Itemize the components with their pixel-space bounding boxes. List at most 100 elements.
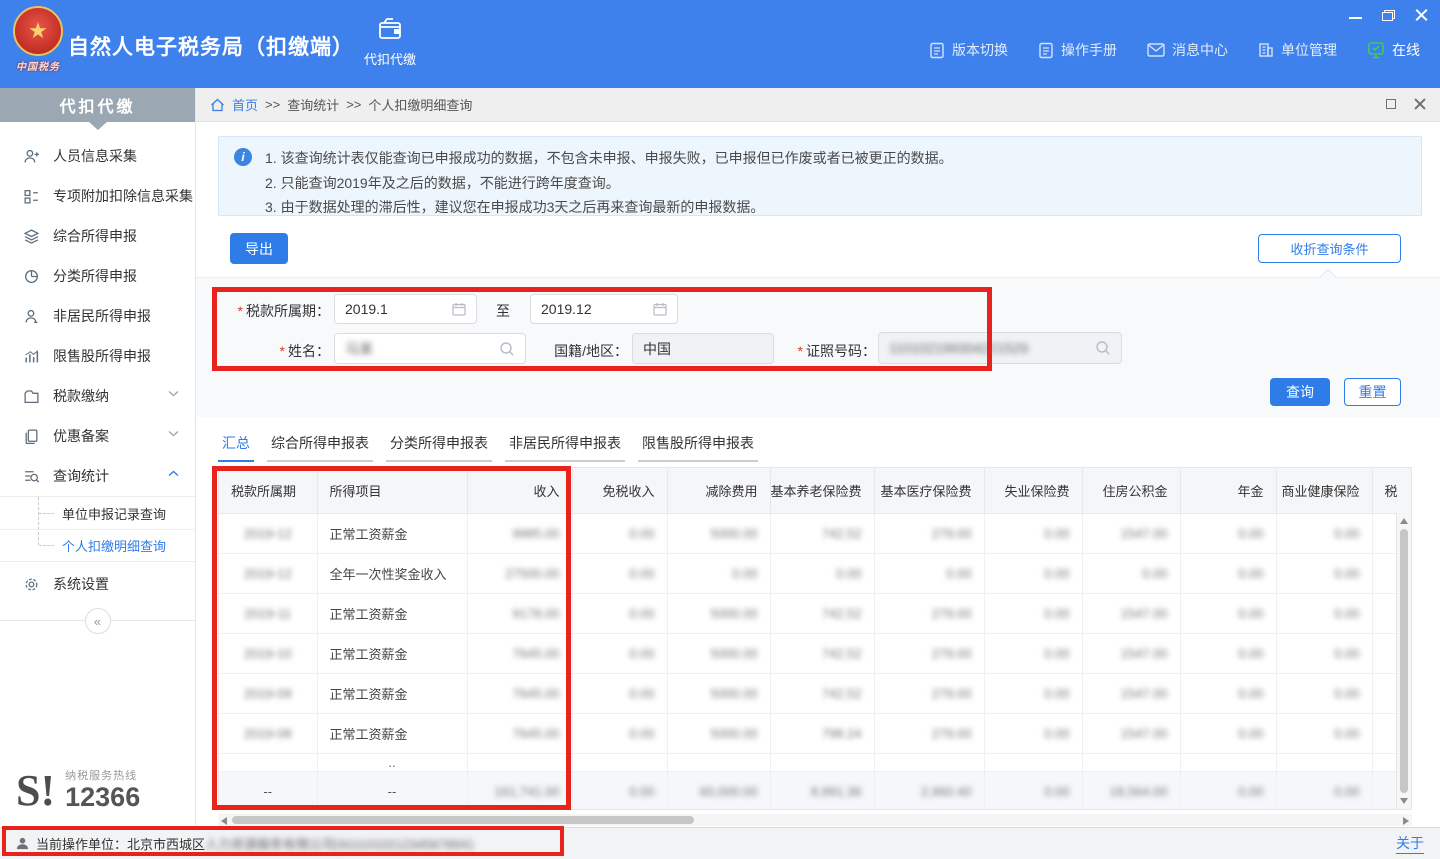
cell-redacted: 279.00 [932, 606, 972, 621]
cell-redacted: 0.00 [1334, 526, 1359, 541]
scroll-up-arrow-icon[interactable] [1400, 518, 1408, 524]
table-row: 2019-11 正常工资薪金 9178.00 0.00 5000.00 742.… [219, 593, 1412, 633]
menu-operation-manual[interactable]: 操作手册 [1038, 40, 1117, 60]
sidebar-subitem-unit-declaration-query[interactable]: 单位申报记录查询 [0, 497, 195, 529]
vertical-scrollbar[interactable] [1396, 513, 1411, 809]
scroll-down-arrow-icon[interactable] [1400, 798, 1408, 804]
app-window: ★ 中国税务 自然人电子税务局（扣缴端） 代扣代缴 [0, 0, 1440, 859]
period-to-value: 2019.12 [541, 301, 653, 317]
tab-nonresident-income[interactable]: 非居民所得申报表 [505, 431, 625, 462]
cell-redacted: 0.00 [1238, 526, 1263, 541]
sidebar-item-comprehensive-income[interactable]: 综合所得申报 [0, 216, 195, 256]
nationality-value: 中国 [643, 339, 763, 359]
tab-comprehensive-income[interactable]: 综合所得申报表 [267, 431, 373, 462]
sidebar-item-label: 分类所得申报 [53, 266, 137, 286]
sidebar-item-label: 税款缴纳 [53, 386, 109, 406]
cell-income-item: 正常工资薪金 [317, 593, 467, 633]
about-link[interactable]: 关于 [1396, 833, 1424, 854]
cell-period-redacted: 2019-09 [244, 686, 292, 701]
nav-tab-withholding[interactable]: 代扣代缴 [352, 15, 428, 77]
menu-message-center[interactable]: 消息中心 [1147, 40, 1228, 60]
sidebar-item-preferential-filing[interactable]: 优惠备案 [0, 416, 195, 456]
tax-hotline-logo: S! 纳税服务热线 12366 [16, 767, 140, 811]
col-header: 住房公积金 [1082, 468, 1180, 513]
breadcrumb-home-link[interactable]: 首页 [232, 95, 258, 114]
online-status[interactable]: 在线 [1367, 40, 1420, 60]
export-button[interactable]: 导出 [230, 233, 288, 264]
sidebar-item-tax-payment[interactable]: 税款缴纳 [0, 376, 195, 416]
scroll-left-arrow-icon[interactable] [221, 817, 227, 825]
reset-button[interactable]: 重置 [1344, 378, 1401, 406]
sidebar-subitem-personal-withholding-detail-query[interactable]: 个人扣缴明细查询 [0, 529, 195, 561]
sidebar-collapse-button[interactable]: « [85, 608, 111, 634]
sidebar-item-special-deduction[interactable]: 专项附加扣除信息采集 [0, 176, 195, 216]
mail-icon [1147, 43, 1165, 57]
window-close-icon[interactable] [1415, 9, 1428, 22]
nationality-input[interactable]: 中国 [632, 333, 774, 364]
tab-restricted-shares[interactable]: 限售股所得申报表 [638, 431, 758, 462]
panel-close-icon[interactable] [1414, 98, 1426, 110]
calendar-icon[interactable] [653, 302, 667, 316]
sidebar-item-query-statistics[interactable]: 查询统计 [0, 456, 195, 496]
scroll-right-arrow-icon[interactable] [1403, 817, 1409, 825]
wallet-icon [375, 15, 405, 45]
search-icon[interactable] [499, 341, 515, 357]
period-from-input[interactable]: 2019.1 [334, 294, 477, 324]
horizontal-scrollbar[interactable] [218, 814, 1412, 826]
sidebar-item-system-settings[interactable]: 系统设置 [0, 562, 195, 606]
cell-redacted: 0.00 [1238, 726, 1263, 741]
bar-chart-icon [22, 347, 40, 365]
name-input[interactable]: 马某 [334, 333, 526, 364]
sidebar-item-classified-income[interactable]: 分类所得申报 [0, 256, 195, 296]
cell-redacted: 0.00 [1044, 726, 1069, 741]
sidebar: 代扣代缴 人员信息采集 专项附加扣除信息采集 综合所得申报 [0, 88, 196, 827]
sidebar-item-nonresident-income[interactable]: 非居民所得申报 [0, 296, 195, 336]
collapse-query-conditions-button[interactable]: 收折查询条件 [1258, 234, 1401, 263]
cell-redacted: 0.00 [1334, 566, 1359, 581]
calendar-icon[interactable] [452, 302, 466, 316]
cell-redacted: 0.00 [629, 526, 654, 541]
id-number-input[interactable]: 110102199304221529 [878, 332, 1122, 364]
results-table: 税款所属期 所得项目 收入 免税收入 减除费用 基本养老保险费 基本医疗保险费 … [218, 467, 1412, 810]
search-list-icon [22, 467, 40, 485]
cell-income-item: 正常工资薪金 [317, 713, 467, 753]
period-to-input[interactable]: 2019.12 [530, 294, 678, 324]
col-header: 免税收入 [572, 468, 667, 513]
window-restore-icon[interactable] [1382, 10, 1395, 21]
cell-redacted: 1547.00 [1121, 526, 1168, 541]
sidebar-item-restricted-shares[interactable]: 限售股所得申报 [0, 336, 195, 376]
menu-version-switch[interactable]: 版本切换 [929, 40, 1008, 60]
notice-line: 3. 由于数据处理的滞后性，建议您在申报成功3天之后再来查询最新的申报数据。 [265, 197, 764, 217]
col-header: 基本养老保险费 [770, 468, 874, 513]
table-summary-row: -- -- 161,741.00 0.00 60,000.00 8,991.36… [219, 771, 1412, 810]
breadcrumb-separator: >> [265, 97, 280, 112]
vertical-scrollbar-thumb[interactable] [1400, 529, 1408, 793]
tab-summary[interactable]: 汇总 [218, 431, 254, 462]
menu-label: 单位管理 [1281, 40, 1337, 60]
sidebar-item-personnel-info[interactable]: 人员信息采集 [0, 136, 195, 176]
cell-redacted: 0.00 [1238, 686, 1263, 701]
cell-redacted: 0.00 [1334, 606, 1359, 621]
notice-line: 2. 只能查询2019年及之后的数据，不能进行跨年度查询。 [265, 173, 620, 193]
tab-classified-income[interactable]: 分类所得申报表 [386, 431, 492, 462]
table-row: 2019-12 全年一次性奖金收入 27500.00 0.00 0.00 0.0… [219, 553, 1412, 593]
cell-redacted: 9178.00 [513, 606, 560, 621]
search-icon[interactable] [1095, 340, 1111, 356]
documents-icon [22, 427, 40, 445]
period-from-value: 2019.1 [345, 301, 452, 317]
sidebar-item-label: 综合所得申报 [53, 226, 137, 246]
report-tabs: 汇总 综合所得申报表 分类所得申报表 非居民所得申报表 限售股所得申报表 [218, 431, 758, 462]
cell-redacted: 5000.00 [711, 726, 758, 741]
chevron-down-icon [168, 390, 179, 397]
horizontal-scrollbar-thumb[interactable] [232, 816, 694, 824]
cell-redacted: 798.24 [822, 726, 862, 741]
panel-maximize-icon[interactable] [1386, 99, 1396, 109]
cell-period-redacted: 2019-08 [244, 726, 292, 741]
window-minimize-icon[interactable] [1349, 17, 1362, 19]
sidebar-subitem-label: 个人扣缴明细查询 [62, 536, 166, 555]
search-button[interactable]: 查询 [1270, 378, 1330, 406]
sidebar-subitem-label: 单位申报记录查询 [62, 504, 166, 523]
cell-period-redacted: 2019-10 [244, 646, 292, 661]
grid-list-icon [22, 187, 40, 205]
menu-unit-management[interactable]: 单位管理 [1258, 40, 1337, 60]
